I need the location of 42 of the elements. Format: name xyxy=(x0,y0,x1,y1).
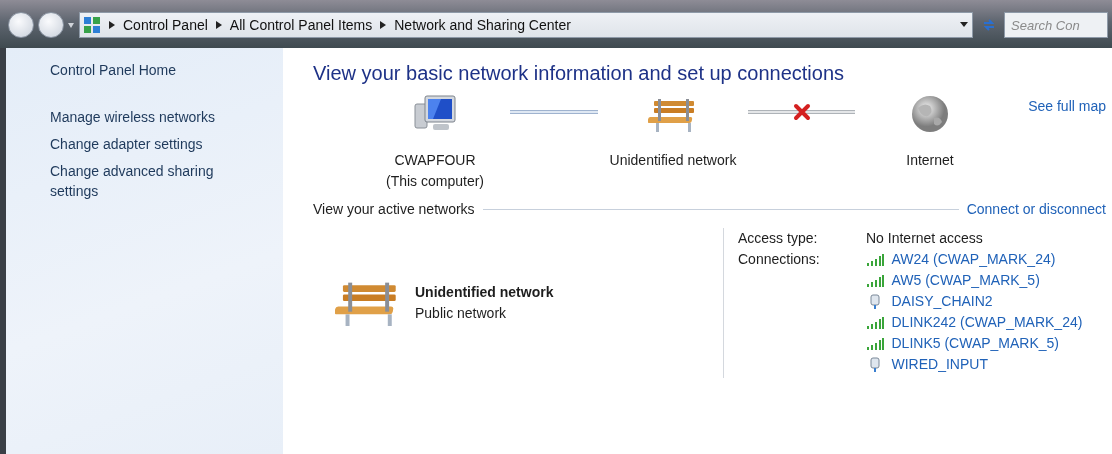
broken-link-icon xyxy=(792,103,811,121)
breadcrumb[interactable]: All Control Panel Items xyxy=(229,14,373,36)
connect-link[interactable]: Connect or disconnect xyxy=(966,199,1106,220)
signal-icon xyxy=(866,273,884,288)
connection-link[interactable]: AW24 (CWAP_MARK_24) xyxy=(891,249,1056,270)
forward-button[interactable] xyxy=(37,12,64,38)
sidebar-link[interactable]: Change adapter settings xyxy=(50,134,240,154)
signal-icon xyxy=(866,336,884,351)
connection-link[interactable]: DLINK5 (CWAP_MARK_5) xyxy=(891,333,1060,354)
signal-icon xyxy=(866,252,884,267)
field-label: Access type: xyxy=(738,229,819,248)
control-panel-icon xyxy=(83,16,101,34)
network-type: Public network xyxy=(415,304,508,323)
node-label: Internet xyxy=(906,151,954,170)
signal-icon xyxy=(866,315,884,330)
breadcrumb[interactable]: Network and Sharing Center xyxy=(394,14,571,36)
sidebar-link[interactable]: Change advanced sharing settings xyxy=(50,161,240,201)
connection-link[interactable]: WIRED_INPUT xyxy=(891,354,988,375)
sidebar-link[interactable]: Manage wireless networks xyxy=(50,107,240,127)
node-sublabel: (This computer) xyxy=(386,172,484,191)
field-value: No Internet access xyxy=(866,229,984,248)
node-label: Unidentified network xyxy=(609,151,737,170)
chevron-icon xyxy=(379,20,388,30)
chevron-icon xyxy=(214,20,223,30)
section-title: View your active networks xyxy=(313,200,475,219)
field-label: Connections: xyxy=(738,250,821,269)
globe-icon xyxy=(910,94,950,134)
chevron-icon xyxy=(108,20,116,30)
address-bar[interactable]: Control Panel All Control Panel Items Network and Sharing Center xyxy=(78,12,973,38)
dropdown-icon xyxy=(958,21,969,29)
sidebar-link[interactable]: Control Panel Home xyxy=(50,60,240,80)
dropdown-icon xyxy=(67,23,75,28)
connection-link[interactable]: DAISY_CHAIN2 xyxy=(891,291,993,312)
breadcrumb[interactable]: Control Panel xyxy=(123,14,208,36)
see-full-map-link[interactable]: See full map xyxy=(1028,96,1106,192)
network-name: Unidentified network xyxy=(415,283,554,302)
page-heading: View your basic network information and set up connections xyxy=(313,61,846,86)
connection-link[interactable]: DLINK242 (CWAP_MARK_24) xyxy=(891,312,1083,333)
back-button[interactable] xyxy=(8,12,34,38)
node-label: CWAPFOUR xyxy=(394,151,476,170)
connection-link[interactable]: AW5 (CWAP_MARK_5) xyxy=(891,270,1040,291)
search-field[interactable]: Search Con xyxy=(1004,12,1108,38)
